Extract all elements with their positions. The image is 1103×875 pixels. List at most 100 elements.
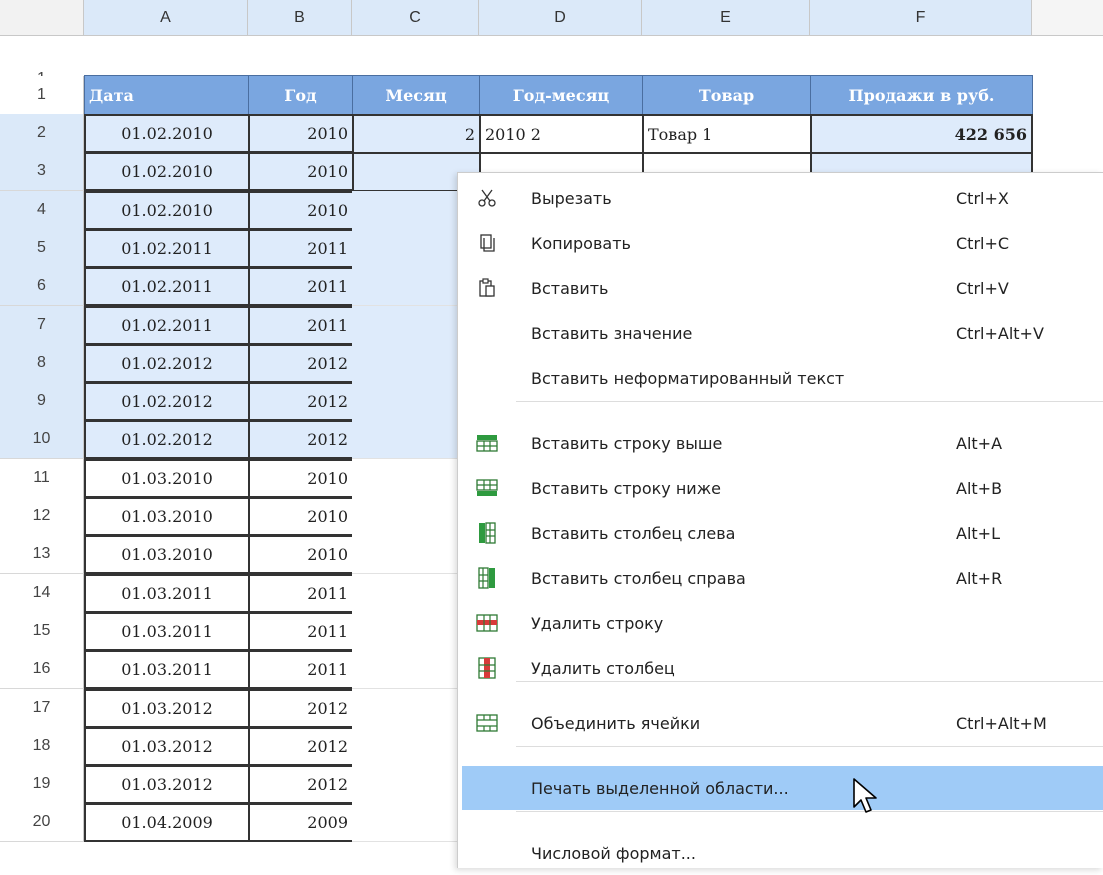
cell-year[interactable]: 2010 [248, 459, 354, 498]
cell-date[interactable]: 01.04.2009 [84, 803, 250, 842]
column-header-f[interactable]: F [810, 0, 1032, 36]
cell-month-empty[interactable] [352, 535, 457, 574]
cell-date[interactable]: 01.03.2012 [84, 765, 250, 804]
cell-date[interactable]: 01.02.2012 [84, 420, 250, 459]
menu-item-insert-row-above[interactable]: Вставить строку выше Alt+A [462, 421, 1103, 465]
select-all-corner[interactable] [0, 0, 84, 36]
menu-item-insert-row-below[interactable]: Вставить строку ниже Alt+B [462, 466, 1103, 510]
row-header[interactable]: 4 [0, 191, 84, 230]
cell-month-empty[interactable] [352, 382, 457, 421]
cell-date[interactable]: 01.03.2010 [84, 497, 250, 536]
header-cell-year-month[interactable]: Год-месяц [479, 75, 643, 115]
cell-year[interactable]: 2012 [248, 344, 354, 383]
menu-item-copy[interactable]: Копировать Ctrl+C [462, 221, 1103, 265]
cell-date[interactable]: 01.03.2012 [84, 689, 250, 728]
row-header[interactable]: 13 [0, 535, 84, 574]
column-header-e[interactable]: E [642, 0, 810, 36]
row-header[interactable]: 20 [0, 803, 84, 842]
cell-date[interactable]: 01.03.2012 [84, 727, 250, 766]
cell-date[interactable]: 01.02.2010 [84, 191, 250, 230]
row-header[interactable]: 9 [0, 382, 84, 421]
cell-year[interactable]: 2011 [248, 612, 354, 651]
cell-month-empty[interactable] [352, 497, 457, 536]
row-header[interactable]: 11 [0, 459, 84, 498]
column-header-b[interactable]: B [248, 0, 352, 36]
column-header-d[interactable]: D [479, 0, 642, 36]
cell-date[interactable]: 01.03.2011 [84, 650, 250, 689]
cell-date[interactable]: 01.02.2011 [84, 306, 250, 345]
cell-year[interactable]: 2012 [248, 727, 354, 766]
cell-month-empty[interactable] [352, 574, 457, 613]
cell-month-empty[interactable] [352, 650, 457, 689]
cell-date[interactable]: 01.03.2011 [84, 574, 250, 613]
cell-date[interactable]: 01.03.2010 [84, 459, 250, 498]
row-header[interactable]: 17 [0, 689, 84, 728]
menu-item-paste-value[interactable]: Вставить значение Ctrl+Alt+V [462, 311, 1103, 355]
cell-f2[interactable]: 422 656 [810, 114, 1033, 154]
row-header[interactable]: 8 [0, 344, 84, 383]
row-header[interactable]: 12 [0, 497, 84, 536]
menu-item-paste-unformatted[interactable]: Вставить неформатированный текст [462, 356, 1103, 400]
column-header-c[interactable]: C [352, 0, 479, 36]
header-cell-year[interactable]: Год [248, 75, 353, 115]
cell-year[interactable]: 2010 [248, 497, 354, 536]
header-cell-sales[interactable]: Продажи в руб. [810, 75, 1033, 115]
header-cell-product[interactable]: Товар [642, 75, 811, 115]
row-header[interactable]: 10 [0, 420, 84, 459]
cell-month-empty[interactable] [352, 727, 457, 766]
cell-date[interactable]: 01.02.2011 [84, 267, 250, 306]
row-header[interactable]: 7 [0, 306, 84, 345]
context-menu[interactable]: Вырезать Ctrl+X Копировать Ctrl+C Вставить Ct… [457, 172, 1103, 868]
row-header[interactable]: 6 [0, 267, 84, 306]
cell-year[interactable]: 2012 [248, 689, 354, 728]
cell-month-empty[interactable] [352, 689, 457, 728]
row-header[interactable]: 14 [0, 574, 84, 613]
column-header-empty[interactable] [1032, 0, 1103, 36]
cell-month-empty[interactable] [352, 420, 457, 459]
cell-month-empty[interactable] [352, 803, 457, 842]
cell-year[interactable]: 2011 [248, 650, 354, 689]
menu-item-print-selection[interactable]: Печать выделенной области... [462, 766, 1103, 810]
cell-year[interactable]: 2012 [248, 420, 354, 459]
menu-item-number-format[interactable]: Числовой формат... [462, 831, 1103, 875]
header-cell-date[interactable]: Дата [84, 75, 249, 115]
cell-e2[interactable]: Товар 1 [642, 114, 812, 154]
cell-month-empty[interactable] [352, 344, 457, 383]
cell-year[interactable]: 2010 [248, 114, 354, 153]
cell-year[interactable]: 2012 [248, 382, 354, 421]
cell-year[interactable]: 2011 [248, 229, 354, 268]
row-header[interactable]: 2 [0, 114, 84, 153]
cell-year[interactable]: 2010 [248, 535, 354, 574]
row-header[interactable]: 5 [0, 229, 84, 268]
cell-month-empty[interactable] [352, 191, 457, 230]
cell-d2[interactable]: 2010 2 [479, 114, 644, 154]
menu-item-insert-col-left[interactable]: Вставить столбец слева Alt+L [462, 511, 1103, 555]
cell-date[interactable]: 01.02.2011 [84, 229, 250, 268]
cell-date[interactable]: 01.03.2010 [84, 535, 250, 574]
row-header[interactable]: 18 [0, 727, 84, 766]
cell-month-empty[interactable] [352, 306, 457, 345]
cell-date[interactable]: 01.03.2011 [84, 612, 250, 651]
row-header[interactable]: 16 [0, 650, 84, 689]
menu-item-insert-col-right[interactable]: Вставить столбец справа Alt+R [462, 556, 1103, 600]
cell-date[interactable]: 01.02.2010 [84, 114, 250, 153]
cell-year[interactable]: 2012 [248, 765, 354, 804]
cell-date[interactable]: 01.02.2012 [84, 382, 250, 421]
row-header[interactable]: 15 [0, 612, 84, 651]
cell-year[interactable]: 2010 [248, 152, 354, 191]
cell-date[interactable]: 01.02.2010 [84, 152, 250, 191]
row-header[interactable]: 1 [0, 76, 84, 115]
row-header[interactable]: 19 [0, 765, 84, 804]
cell-year[interactable]: 2009 [248, 803, 354, 842]
menu-item-cut[interactable]: Вырезать Ctrl+X [462, 176, 1103, 220]
cell-month-empty[interactable] [352, 459, 457, 498]
menu-item-paste[interactable]: Вставить Ctrl+V [462, 266, 1103, 310]
menu-item-merge-cells[interactable]: Объединить ячейки Ctrl+Alt+M [462, 701, 1103, 745]
header-cell-month[interactable]: Месяц [352, 75, 480, 115]
cell-year[interactable]: 2010 [248, 191, 354, 230]
cell-year[interactable]: 2011 [248, 267, 354, 306]
column-header-a[interactable]: A [84, 0, 248, 36]
cell-month-empty[interactable] [352, 267, 457, 306]
menu-item-delete-col[interactable]: Удалить столбец [462, 646, 1103, 690]
cell-month-empty[interactable] [352, 765, 457, 804]
